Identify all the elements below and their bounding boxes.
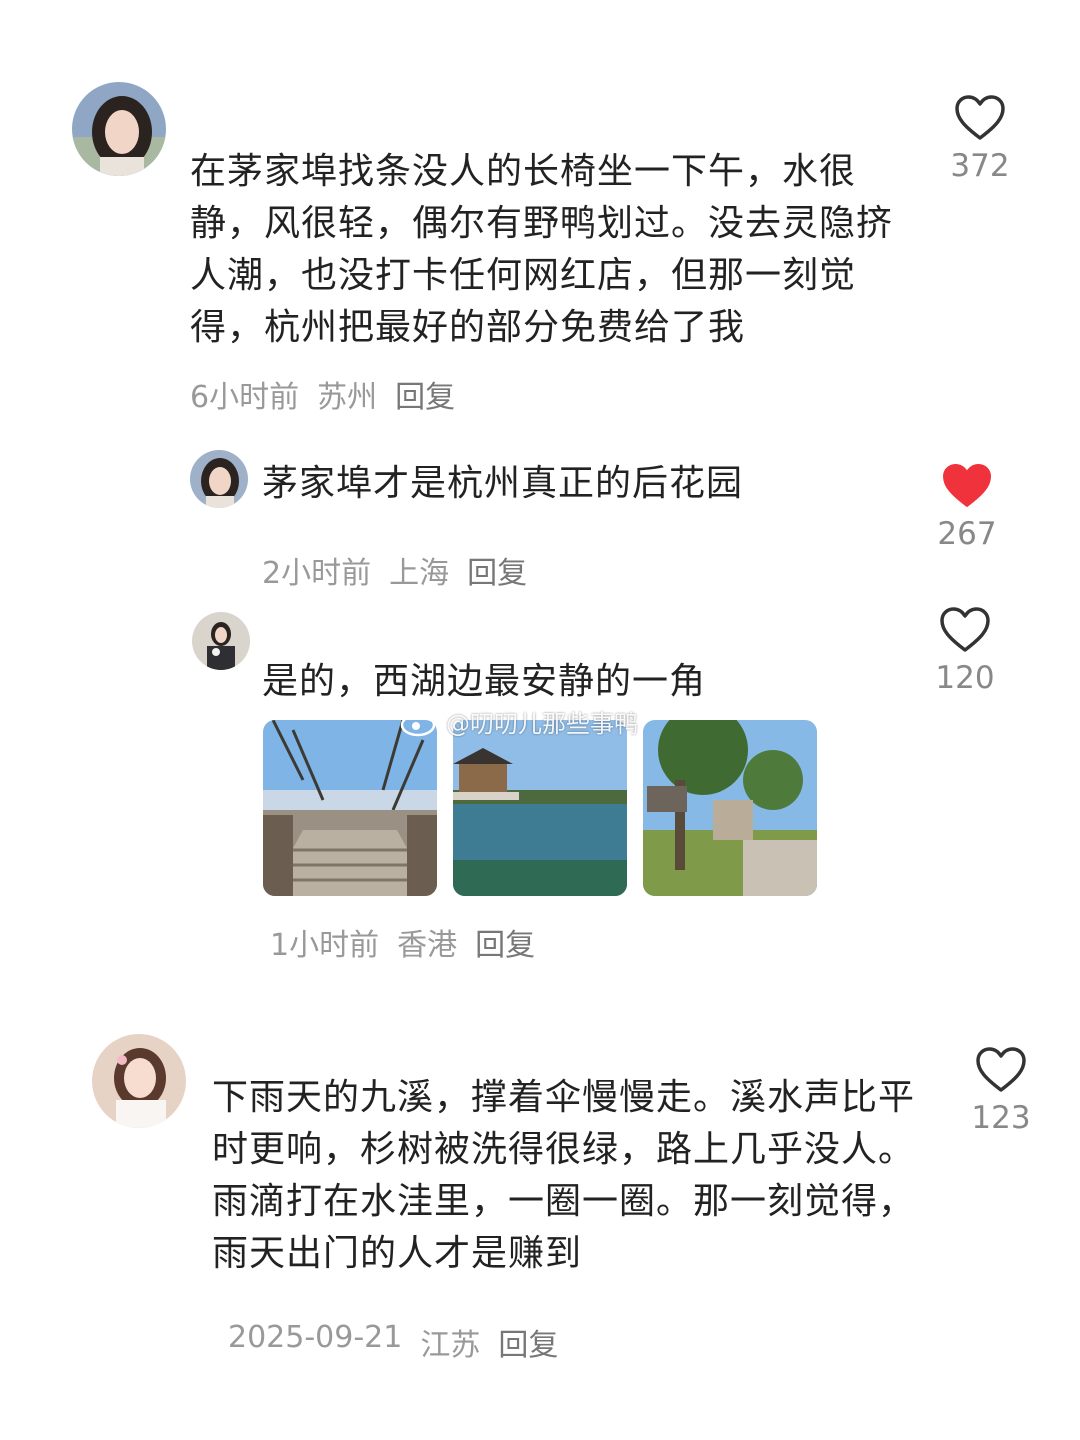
reply-text: 是的，西湖边最安静的一角 <box>262 661 707 702</box>
avatar[interactable] <box>72 82 166 176</box>
photo-stone-bridge[interactable] <box>263 720 437 896</box>
like-button[interactable]: 372 <box>935 94 1025 184</box>
like-button[interactable]: 267 <box>922 462 1012 552</box>
reply-time: 1小时前 <box>270 928 380 963</box>
watermark: @叨叨儿那些事鸭 <box>400 704 638 739</box>
reply-avatar[interactable] <box>192 612 250 670</box>
reply-time: 2小时前 <box>262 556 372 591</box>
reply-avatar[interactable] <box>190 450 248 508</box>
like-button[interactable]: 120 <box>920 606 1010 696</box>
heart-outline-icon <box>940 607 990 652</box>
comment-time: 6小时前 <box>190 380 300 415</box>
reply-button[interactable]: 回复 <box>395 372 455 416</box>
comment-meta: 6小时前 苏州 回复 <box>190 372 455 416</box>
heart-outline-icon <box>955 95 1005 140</box>
heart-outline-icon <box>976 1047 1026 1092</box>
like-count: 123 <box>971 1100 1031 1136</box>
like-count: 372 <box>950 148 1010 184</box>
comment-time: 2025-09-21 <box>228 1320 403 1355</box>
comment-location: 江苏 <box>420 1328 481 1363</box>
comment-text: 在茅家埠找条没人的长椅坐一下午，水很静，风很轻，偶尔有野鸭划过。没去灵隐挤人潮，… <box>190 151 894 348</box>
heart-filled-icon <box>943 464 991 507</box>
comment-text: 下雨天的九溪，撑着伞慢慢走。溪水声比平时更响，杉树被洗得很绿，路上几乎没人。雨滴… <box>212 1077 916 1274</box>
reply-meta: 1小时前 香港 回复 <box>270 920 535 964</box>
reply-location: 香港 <box>397 928 458 963</box>
avatar[interactable] <box>92 1034 186 1128</box>
reply-location: 上海 <box>389 556 450 591</box>
reply-text: 茅家埠才是杭州真正的后花园 <box>262 463 744 504</box>
comment-meta: 2025-09-21 江苏 回复 <box>228 1320 558 1364</box>
reply-button[interactable]: 回复 <box>498 1320 558 1364</box>
like-count: 120 <box>935 660 995 696</box>
watermark-text: @叨叨儿那些事鸭 <box>446 710 638 738</box>
reply-button[interactable]: 回复 <box>475 920 535 964</box>
reply-button[interactable]: 回复 <box>467 548 527 592</box>
weibo-logo-icon <box>400 709 438 736</box>
comment-location: 苏州 <box>317 380 378 415</box>
reply-meta: 2小时前 上海 回复 <box>262 548 527 592</box>
like-count: 267 <box>937 516 997 552</box>
like-button[interactable]: 123 <box>956 1046 1046 1136</box>
photo-park-tree[interactable] <box>643 720 817 896</box>
photo-lake-pavilion[interactable] <box>453 720 627 896</box>
